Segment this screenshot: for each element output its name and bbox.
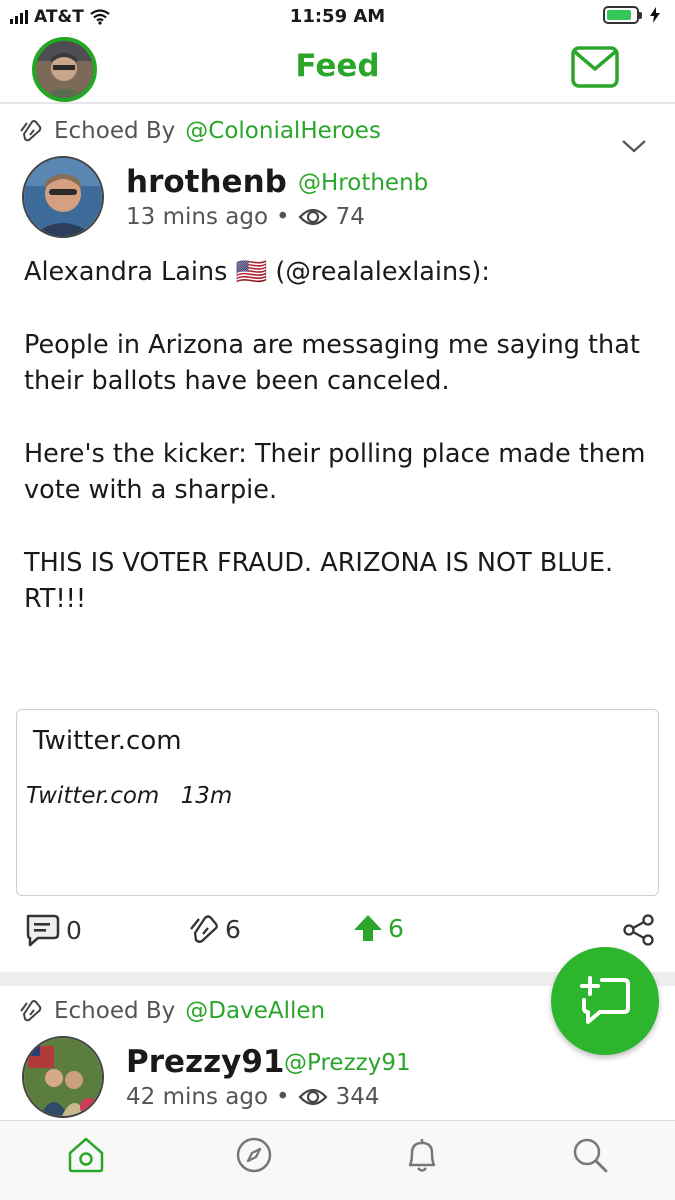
- status-time: 11:59 AM: [289, 6, 386, 27]
- post-meta: 13 mins ago • 74: [126, 204, 365, 230]
- link-source: Twitter.com 13m: [26, 783, 232, 809]
- author-handle[interactable]: @Hrothenb: [298, 170, 428, 196]
- share-icon[interactable]: [622, 914, 656, 946]
- bottom-nav: [0, 1120, 675, 1200]
- post-body-paragraph: THIS IS VOTER FRAUD. ARIZONA IS NOT BLUE…: [24, 547, 614, 615]
- feed-post[interactable]: Echoed By @ColonialHeroes hrothenb @Hrot…: [0, 106, 675, 972]
- post-body: Alexandra Lains 🇺🇸 (@realalexlains): Peo…: [24, 254, 654, 618]
- echo-label: Echoed By: [54, 118, 176, 144]
- status-bar: AT&T 11:59 AM: [0, 0, 675, 34]
- eye-icon: [298, 208, 328, 226]
- post-meta: 42 mins ago • 344: [126, 1084, 380, 1110]
- echo-icon: [20, 120, 42, 142]
- echo-icon: [190, 915, 218, 943]
- author-avatar[interactable]: [22, 1036, 104, 1118]
- post-actions: 0 6 6: [0, 906, 675, 954]
- echo-row: Echoed By @ColonialHeroes: [18, 118, 381, 144]
- echo-label: Echoed By: [54, 998, 176, 1024]
- post-time: 13 mins ago: [126, 204, 269, 230]
- post-time: 42 mins ago: [126, 1084, 269, 1110]
- new-post-button[interactable]: [551, 947, 659, 1055]
- echo-handle-link[interactable]: @ColonialHeroes: [185, 118, 381, 144]
- search-icon[interactable]: [570, 1135, 610, 1175]
- meta-separator: •: [276, 204, 290, 230]
- link-age: 13m: [180, 783, 233, 809]
- echo-count: 6: [225, 914, 241, 944]
- author-avatar[interactable]: [22, 156, 104, 238]
- author-avatar-image: [24, 1038, 102, 1116]
- charging-icon: [650, 7, 660, 23]
- bell-icon[interactable]: [402, 1135, 442, 1175]
- comment-count: 0: [66, 915, 82, 945]
- compass-icon[interactable]: [234, 1135, 274, 1175]
- author-handle[interactable]: @Prezzy91: [284, 1050, 411, 1076]
- status-right: [603, 6, 661, 24]
- echo-icon: [20, 1000, 42, 1022]
- link-source-name: Twitter.com: [26, 783, 160, 809]
- home-icon[interactable]: [66, 1135, 106, 1175]
- author-avatar-image: [24, 158, 102, 236]
- author-name[interactable]: hrothenb: [126, 164, 287, 200]
- post-body-paragraph: Here's the kicker: Their polling place m…: [24, 438, 654, 506]
- battery-icon: [603, 6, 642, 24]
- post-body-paragraph: People in Arizona are messaging me sayin…: [24, 329, 648, 397]
- chevron-down-icon[interactable]: [621, 136, 647, 156]
- echo-button[interactable]: 6: [187, 912, 241, 946]
- view-count: 74: [335, 204, 365, 230]
- comment-icon: [26, 914, 60, 947]
- view-count: 344: [335, 1084, 380, 1110]
- echo-handle-link[interactable]: @DaveAllen: [185, 998, 325, 1024]
- post-body-paragraph: Alexandra Lains 🇺🇸 (@realalexlains):: [24, 257, 490, 287]
- link-preview-card[interactable]: Twitter.com Twitter.com 13m: [16, 709, 659, 896]
- meta-separator: •: [276, 1084, 290, 1110]
- upvote-count: 6: [388, 913, 404, 943]
- eye-icon: [298, 1088, 328, 1106]
- upvote-button[interactable]: 6: [352, 912, 404, 944]
- echo-row: Echoed By @DaveAllen: [18, 998, 325, 1024]
- upvote-arrow-icon: [354, 915, 382, 941]
- envelope-icon[interactable]: [571, 46, 619, 88]
- app-header: Feed: [0, 34, 675, 104]
- link-title: Twitter.com: [33, 726, 182, 756]
- author-name[interactable]: Prezzy91: [126, 1044, 284, 1080]
- compose-icon: [580, 976, 630, 1024]
- comment-button[interactable]: 0: [24, 912, 82, 948]
